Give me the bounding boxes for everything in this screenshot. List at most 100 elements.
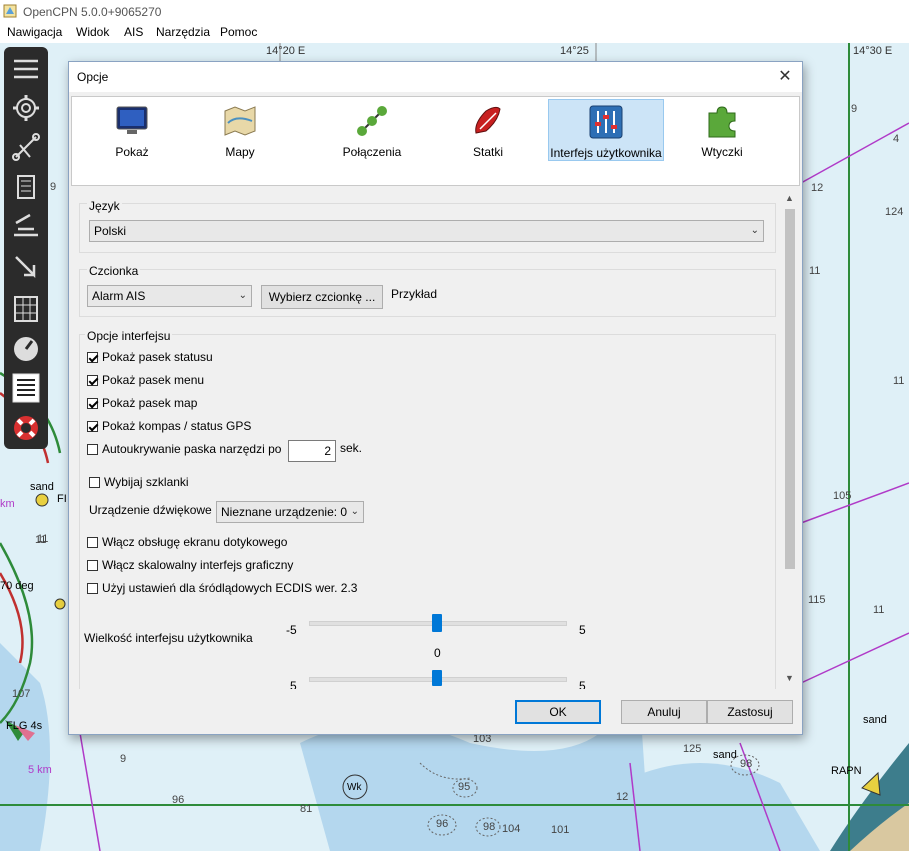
depth-sounding: 9	[851, 103, 858, 115]
depth-sounding: 107	[12, 688, 31, 700]
checkbox-box[interactable]	[87, 398, 98, 409]
checkbox-box[interactable]	[87, 421, 98, 432]
checkbox-compass-gps[interactable]: Pokaż kompas / status GPS	[87, 419, 251, 433]
depth-sounding: 11	[809, 265, 821, 277]
autohide-unit: sek.	[340, 441, 363, 455]
checkbox-label: Użyj ustawień dla śródlądowych ECDIS wer…	[102, 581, 358, 595]
depth-sounding: 105	[833, 490, 852, 502]
tab-label: Mapy	[225, 145, 255, 159]
tab-label: Połączenia	[342, 145, 402, 159]
checkbox-label: Pokaż kompas / status GPS	[102, 419, 252, 433]
checkbox-box[interactable]	[89, 477, 100, 488]
list-icon[interactable]	[10, 372, 42, 404]
menu-widok[interactable]: Widok	[76, 25, 109, 39]
checkbox-inland-ecdis[interactable]: Użyj ustawień dla śródlądowych ECDIS wer…	[87, 581, 357, 595]
chart-label: sand	[863, 714, 887, 726]
scroll-up-icon[interactable]: ▲	[781, 193, 798, 207]
font-group-label: Czcionka	[87, 264, 141, 278]
opencpn-app-icon	[3, 4, 17, 18]
language-value: Polski	[94, 224, 127, 238]
depth-sounding: 96	[436, 818, 449, 830]
map-icon	[224, 106, 256, 136]
tab-user-interface[interactable]: Interfejs użytkownika	[548, 99, 664, 161]
language-group-label: Język	[87, 199, 122, 213]
menu-pomoc[interactable]: Pomoc	[220, 25, 257, 39]
checkbox-box[interactable]	[87, 444, 98, 455]
depth-sounding: 98	[483, 821, 496, 833]
checkbox-chart-bar[interactable]: Pokaż pasek map	[87, 396, 197, 410]
checkbox-label: Pokaż pasek menu	[102, 373, 205, 387]
cancel-button[interactable]: Anuluj	[621, 700, 707, 724]
tab-label: Statki	[472, 145, 503, 159]
sliders-icon	[589, 105, 623, 139]
ui-size-label: Wielkość interfejsu użytkownika	[84, 631, 253, 645]
sound-device-label: Urządzenie dźwiękowe	[89, 503, 212, 517]
font-element-value: Alarm AIS	[92, 289, 146, 303]
chevron-down-icon: ⌄	[238, 290, 247, 301]
checkbox-label: Włącz skalowalny interfejs graficzny	[102, 558, 294, 572]
menu-icon[interactable]	[10, 53, 42, 85]
close-icon[interactable]: ✕	[774, 66, 796, 88]
font-sample: Przykład	[391, 287, 438, 301]
checkbox-box[interactable]	[87, 375, 98, 386]
ok-button[interactable]: OK	[515, 700, 601, 724]
chevron-down-icon: ⌄	[750, 225, 759, 236]
tab-display[interactable]: Pokaż	[82, 99, 182, 159]
checkbox-box[interactable]	[87, 352, 98, 363]
tab-plugins[interactable]: Wtyczki	[672, 99, 772, 159]
dial-icon[interactable]	[10, 333, 42, 365]
language-select[interactable]: Polski ⌄	[89, 220, 764, 242]
apply-button[interactable]: Zastosuj	[707, 700, 793, 724]
menu-narzedzia[interactable]: Narzędzia	[156, 25, 210, 39]
lifebuoy-icon[interactable]	[10, 412, 42, 444]
chart-lon-label: 14°20 E	[266, 45, 306, 57]
arrow-icon[interactable]	[10, 251, 42, 283]
checkbox-box[interactable]	[87, 560, 98, 571]
content-scrollbar[interactable]: ▲ ▼	[781, 189, 798, 689]
waypoint-icon[interactable]	[10, 211, 42, 243]
route-icon[interactable]	[10, 131, 42, 163]
tab-ships[interactable]: Statki	[438, 99, 538, 159]
checkbox-label: Pokaż pasek statusu	[102, 350, 213, 364]
gear-icon[interactable]	[10, 92, 42, 124]
font-element-select[interactable]: Alarm AIS ⌄	[87, 285, 252, 307]
depth-sounding: 115	[808, 594, 826, 606]
grid-icon[interactable]	[10, 293, 42, 325]
checkbox-menu-bar[interactable]: Pokaż pasek menu	[87, 373, 204, 387]
chart-label: 5 km	[28, 764, 52, 776]
choose-font-button[interactable]: Wybierz czcionkę ...	[261, 285, 383, 309]
dialog-header: Opcje ✕	[69, 62, 802, 92]
tab-label: Wtyczki	[701, 145, 743, 159]
autohide-seconds-input[interactable]: 2	[288, 440, 336, 462]
ui-size-slider-thumb[interactable]	[432, 614, 442, 632]
scroll-down-icon[interactable]: ▼	[781, 673, 798, 687]
second-slider-thumb[interactable]	[432, 670, 442, 686]
checkbox-autohide-toolbar[interactable]: Autoukrywanie paska narzędzi po	[87, 442, 281, 456]
menu-nawigacja[interactable]: Nawigacja	[7, 25, 62, 39]
chart-label: sand	[30, 481, 54, 493]
checkbox-scalable-gui[interactable]: Włącz skalowalny interfejs graficzny	[87, 558, 293, 572]
options-content: Język Polski ⌄ Czcionka Alarm AIS ⌄ Wybi…	[71, 189, 783, 689]
chart-lon-label: 14°30 E	[853, 45, 893, 57]
scrollbar-thumb[interactable]	[785, 209, 795, 569]
chart-label: FI	[57, 493, 67, 505]
sound-device-select[interactable]: Nieznane urządzenie: 0 ⌄	[216, 501, 364, 523]
depth-sounding: 12	[616, 791, 629, 803]
checkbox-label: Włącz obsługę ekranu dotykowego	[102, 535, 288, 549]
tab-charts[interactable]: Mapy	[190, 99, 290, 159]
checkbox-box[interactable]	[87, 537, 98, 548]
tab-label: Interfejs użytkownika	[550, 146, 662, 160]
chart-label: Wk	[347, 782, 362, 793]
checkbox-touchscreen[interactable]: Włącz obsługę ekranu dotykowego	[87, 535, 287, 549]
checkbox-box[interactable]	[87, 583, 98, 594]
depth-sounding: 98	[740, 758, 753, 770]
menu-ais[interactable]: AIS	[124, 25, 143, 39]
checkbox-ship-bells[interactable]: Wybijaj szklanki	[89, 475, 189, 489]
depth-sounding: 9	[50, 181, 57, 193]
depth-sounding: 124	[885, 206, 904, 218]
tab-connections[interactable]: Połączenia	[312, 99, 432, 159]
puzzle-icon	[708, 106, 736, 138]
checkbox-status-bar[interactable]: Pokaż pasek statusu	[87, 350, 213, 364]
main-toolbar	[4, 47, 48, 449]
document-icon[interactable]	[10, 171, 42, 203]
